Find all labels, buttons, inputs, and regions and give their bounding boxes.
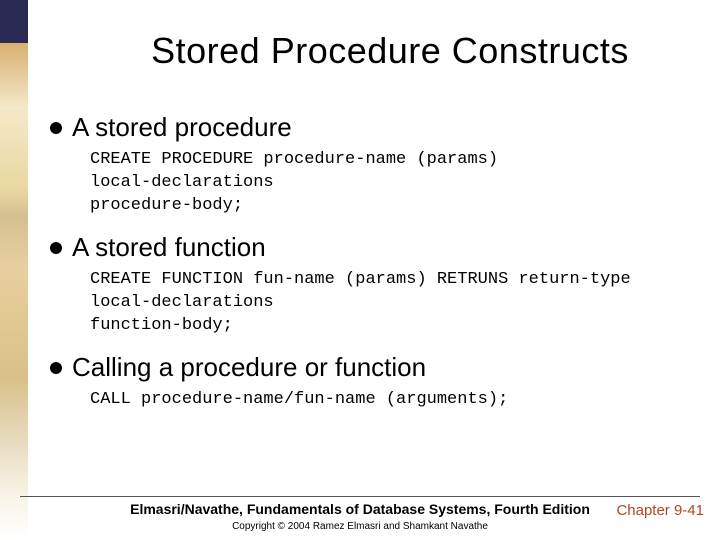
- code-block: CREATE FUNCTION fun-name (params) RETRUN…: [90, 269, 686, 338]
- bullet-heading: Calling a procedure or function: [72, 352, 426, 383]
- bullet-item: A stored function: [50, 232, 686, 263]
- footer-rule: [20, 496, 700, 497]
- bullet-item: Calling a procedure or function: [50, 352, 686, 383]
- code-block: CREATE PROCEDURE procedure-name (params)…: [90, 149, 686, 218]
- bullet-item: A stored procedure: [50, 112, 686, 143]
- footer-citation: Elmasri/Navathe, Fundamentals of Databas…: [130, 501, 590, 517]
- slide-content: A stored procedure CREATE PROCEDURE proc…: [50, 112, 686, 412]
- footer-copyright: Copyright © 2004 Ramez Elmasri and Shamk…: [0, 521, 720, 532]
- footer-chapter: Chapter 9-41: [616, 502, 704, 519]
- bullet-heading: A stored function: [72, 232, 266, 263]
- bullet-heading: A stored procedure: [72, 112, 292, 143]
- bullet-icon: [50, 362, 62, 374]
- code-block: CALL procedure-name/fun-name (arguments)…: [90, 389, 686, 412]
- bullet-icon: [50, 122, 62, 134]
- slide-body: Stored Procedure Constructs A stored pro…: [0, 0, 720, 540]
- slide-title: Stored Procedure Constructs: [94, 30, 686, 72]
- bullet-icon: [50, 242, 62, 254]
- slide-footer: Elmasri/Navathe, Fundamentals of Databas…: [0, 496, 720, 532]
